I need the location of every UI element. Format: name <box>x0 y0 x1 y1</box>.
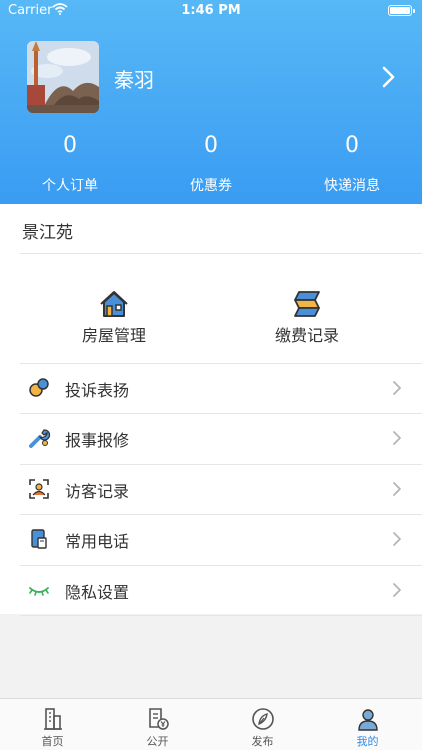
user-icon <box>357 709 378 731</box>
tab-home[interactable]: 首页 <box>0 699 105 750</box>
tab-mine[interactable]: 我的 <box>315 699 420 750</box>
divider <box>20 615 422 616</box>
stat-orders[interactable]: 0 个人订单 <box>0 131 140 195</box>
battery-icon <box>388 5 415 16</box>
payment-record-label: 缴费记录 <box>274 326 339 345</box>
stat-express-value: 0 <box>345 133 359 158</box>
tab-label: 发布 <box>251 735 274 748</box>
menu-label: 报事报修 <box>65 431 130 450</box>
tab-public[interactable]: 公开 <box>105 699 210 750</box>
closed-eye-icon <box>29 587 49 596</box>
complaint-praise-icon <box>29 378 49 397</box>
profile-name[interactable]: 秦羽 <box>114 64 154 93</box>
stat-orders-label: 个人订单 <box>42 178 98 194</box>
tab-label: 公开 <box>146 735 169 748</box>
avatar-photo <box>27 41 99 113</box>
payment-record-button[interactable]: 缴费记录 <box>217 290 397 346</box>
clock: 1:46 PM <box>181 3 241 18</box>
menu-item-privacy-settings[interactable]: 隐私设置 <box>20 565 422 615</box>
menu-label: 访客记录 <box>65 482 130 501</box>
menu-item-repair-report[interactable]: 报事报修 <box>20 413 422 463</box>
wrench-icon <box>29 429 51 448</box>
menu-item-visitor-record[interactable]: 访客记录 <box>20 464 422 514</box>
payment-record-icon <box>294 291 320 317</box>
chevron-right-icon <box>393 431 401 445</box>
tab-publish[interactable]: 发布 <box>210 699 315 750</box>
visitor-scan-icon <box>29 479 49 499</box>
stat-orders-value: 0 <box>63 133 77 158</box>
tab-bar: 首页 公开 发布 我的 <box>0 698 422 750</box>
tab-label: 首页 <box>41 735 64 748</box>
divider <box>20 253 422 254</box>
profile-header: Carrier 1:46 PM 秦羽 0 个人订单 0 优惠券 0 快递消息 <box>0 0 422 204</box>
stat-express-label: 快递消息 <box>324 178 380 194</box>
leaf-pen-icon <box>251 708 274 730</box>
chevron-right-icon <box>393 532 401 546</box>
avatar[interactable] <box>27 41 99 113</box>
stat-express[interactable]: 0 快递消息 <box>282 131 422 195</box>
status-bar: Carrier 1:46 PM <box>0 0 422 22</box>
phone-book-icon <box>31 529 47 549</box>
document-yen-icon <box>148 708 169 730</box>
menu-label: 隐私设置 <box>65 583 130 602</box>
stat-coupons-value: 0 <box>204 133 218 158</box>
community-panel: 景江苑 房屋管理 缴费记录 投诉表扬 报事报修 访客记录 常用电话 隐私设置 <box>0 204 422 616</box>
chevron-right-icon <box>393 583 401 597</box>
chevron-right-icon <box>393 482 401 496</box>
menu-label: 投诉表扬 <box>65 381 130 400</box>
menu-label: 常用电话 <box>65 532 130 551</box>
house-management-label: 房屋管理 <box>81 326 146 345</box>
menu-item-common-phone[interactable]: 常用电话 <box>20 514 422 564</box>
stat-coupons[interactable]: 0 优惠券 <box>141 131 281 195</box>
chevron-right-icon <box>393 381 401 395</box>
house-management-button[interactable]: 房屋管理 <box>24 290 204 346</box>
chevron-right-icon[interactable] <box>378 64 398 90</box>
house-icon <box>100 291 128 317</box>
stat-coupons-label: 优惠券 <box>190 178 232 194</box>
menu-item-complaint-praise[interactable]: 投诉表扬 <box>20 363 422 413</box>
building-icon <box>43 708 62 730</box>
community-name: 景江苑 <box>22 223 73 243</box>
tab-label: 我的 <box>356 735 379 748</box>
